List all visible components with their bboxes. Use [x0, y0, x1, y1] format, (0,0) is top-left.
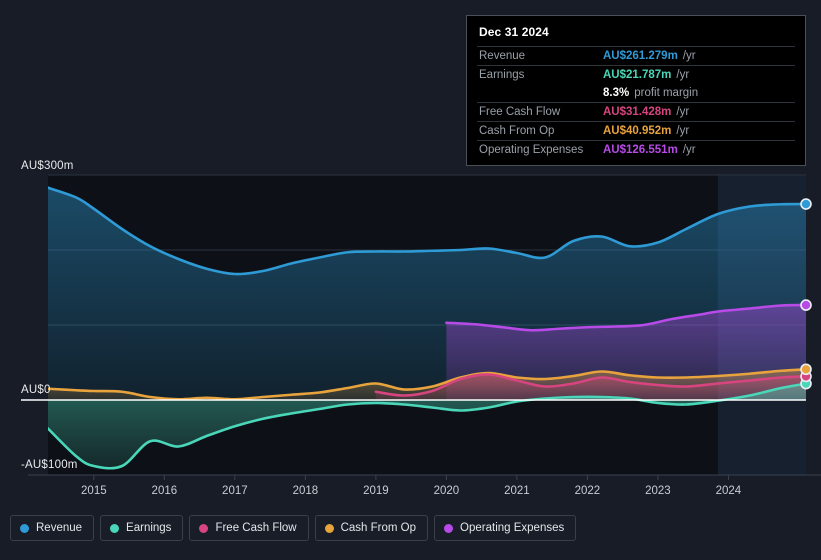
x-axis-label: 2019 — [363, 485, 389, 497]
tooltip-row-label: Free Cash Flow — [479, 106, 561, 118]
y-axis-label-bottom: -AU$100m — [21, 459, 78, 471]
tooltip-title: Dec 31 2024 — [479, 25, 549, 39]
tooltip-row: Earnings AU$21.787m/yr — [477, 65, 795, 84]
tooltip-row-unit: /yr — [676, 125, 690, 137]
x-axis-label: 2023 — [645, 485, 671, 497]
legend-item-cash-from-op[interactable]: Cash From Op — [314, 515, 429, 541]
chart-tooltip: Dec 31 2024 Revenue AU$261.279m/yr Earning… — [466, 15, 806, 166]
legend-item-revenue[interactable]: Revenue — [10, 515, 95, 541]
legend-color-dot-icon — [110, 523, 120, 533]
tooltip-row-value: AU$31.428m — [603, 106, 672, 118]
tooltip-row-unit: /yr — [682, 50, 696, 62]
legend-color-dot-icon — [324, 523, 334, 533]
tooltip-row: Operating Expenses AU$126.551m/yr — [477, 140, 795, 159]
x-axis-label: 2024 — [715, 485, 742, 497]
tooltip-row-label: Earnings — [479, 69, 525, 81]
tooltip-row-unit: /yr — [676, 69, 690, 81]
tooltip-row-unit: profit margin — [634, 87, 699, 99]
legend-item-label: Earnings — [126, 522, 172, 534]
endpoint-marker-revenue — [800, 198, 812, 210]
legend-item-label: Revenue — [36, 522, 83, 534]
x-axis-label: 2021 — [504, 485, 530, 497]
tooltip-rows: Revenue AU$261.279m/yr Earnings AU$21.787m /… — [477, 46, 795, 159]
tooltip-row-unit: /yr — [682, 144, 696, 156]
y-axis-label-zero: AU$0 — [21, 384, 51, 396]
legend-item-operating-expenses[interactable]: Operating Expenses — [434, 515, 577, 541]
legend-color-dot-icon — [20, 523, 29, 533]
tooltip-row-unit: /yr — [676, 106, 690, 118]
tooltip-row: Free Cash Flow AU$31.428m/yr — [477, 102, 795, 121]
tooltip-row-value: AU$261.279m — [603, 50, 678, 62]
tooltip-row-value: AU$40.952m — [603, 125, 672, 137]
chart-legend: Revenue Earnings Free Cash Flow Cash From O… — [10, 515, 577, 541]
legend-color-dot-icon — [444, 523, 454, 533]
endpoint-marker-cash-from-op — [800, 363, 812, 376]
x-axis-label: 2022 — [574, 485, 601, 497]
x-axis-label: 2018 — [292, 485, 319, 497]
tooltip-row-value: AU$21.787m — [603, 69, 672, 81]
tooltip-row: Revenue AU$261.279m/yr — [477, 46, 795, 65]
legend-item-free-cash-flow[interactable]: Free Cash Flow — [189, 515, 309, 541]
x-axis-label: 2017 — [222, 485, 248, 497]
tooltip-row-label: Revenue — [479, 50, 526, 62]
legend-color-dot-icon — [199, 523, 209, 533]
tooltip-row-value: AU$126.551m — [603, 144, 678, 156]
tooltip-row-label: Cash From Op — [479, 125, 555, 137]
x-axis-label: 2015 — [81, 485, 107, 497]
tooltip-row: 8.3% profit margin — [477, 84, 795, 102]
y-axis-label-top: AU$300m — [21, 160, 74, 172]
tooltip-row-value: 8.3% — [603, 87, 630, 99]
tooltip-row-label: Operating Expenses — [479, 144, 584, 156]
legend-item-label: Free Cash Flow — [215, 522, 297, 534]
tooltip-row: Cash From Op AU$40.952m/yr — [477, 121, 795, 140]
endpoint-marker-operating-expenses — [800, 299, 812, 311]
legend-item-earnings[interactable]: Earnings — [100, 515, 184, 541]
x-axis-label: 2020 — [433, 485, 460, 497]
legend-item-label: Cash From Op — [340, 522, 417, 534]
legend-item-label: Operating Expenses — [460, 522, 565, 534]
x-axis-label: 2016 — [151, 485, 178, 497]
